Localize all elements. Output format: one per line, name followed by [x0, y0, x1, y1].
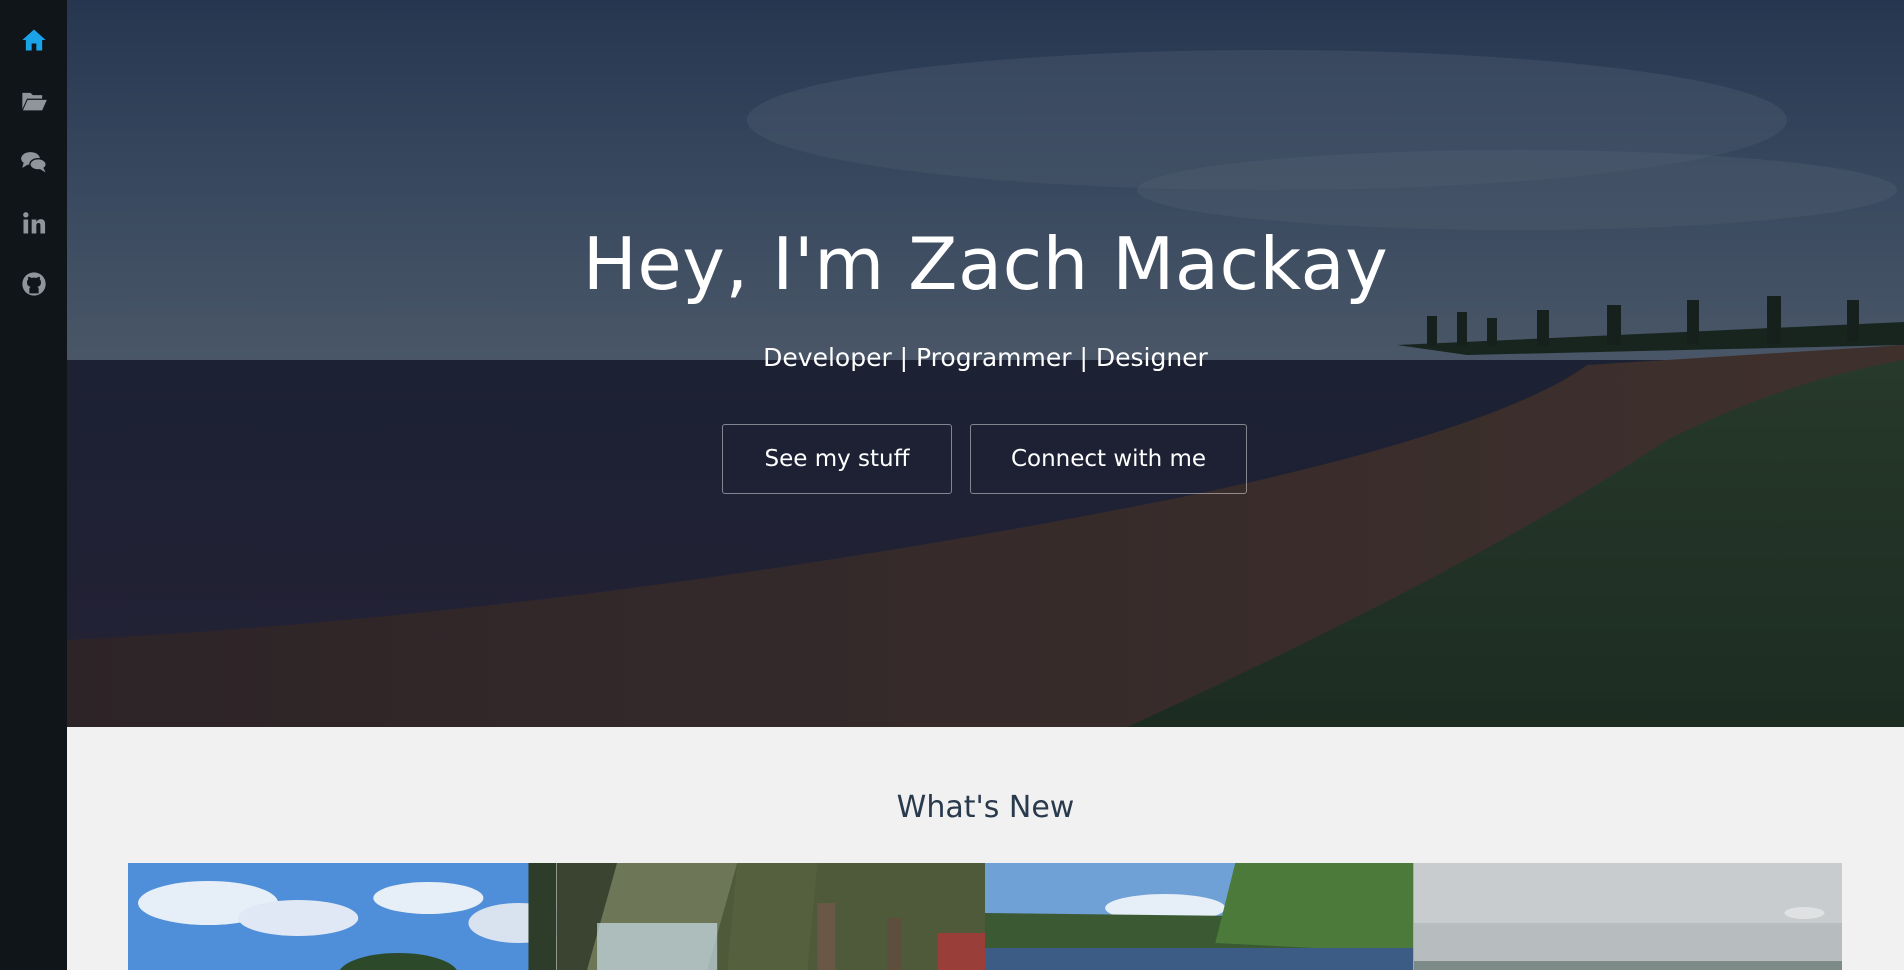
connect-with-me-button[interactable]: Connect with me — [970, 424, 1247, 494]
sidebar-item-contact[interactable] — [0, 144, 67, 205]
home-icon — [20, 26, 48, 58]
sidebar-item-github[interactable] — [0, 266, 67, 327]
sidebar-item-projects[interactable] — [0, 83, 67, 144]
whats-new-section: What's New — [67, 727, 1904, 970]
sidebar-item-linkedin[interactable] — [0, 205, 67, 266]
sidebar-nav — [0, 0, 67, 970]
gallery-item-2[interactable] — [556, 863, 985, 970]
gallery-item-3[interactable] — [985, 863, 1414, 970]
hero-section: Hey, I'm Zach Mackay Developer | Program… — [67, 0, 1904, 727]
hero-content: Hey, I'm Zach Mackay Developer | Program… — [67, 0, 1904, 727]
linkedin-icon — [20, 209, 48, 241]
whats-new-gallery — [128, 863, 1842, 970]
hero-subtitle: Developer | Programmer | Designer — [763, 343, 1208, 372]
chat-bubbles-icon — [20, 148, 48, 180]
gallery-item-4[interactable] — [1413, 863, 1842, 970]
github-icon — [20, 270, 48, 302]
see-my-stuff-button[interactable]: See my stuff — [722, 424, 952, 494]
sidebar-item-home[interactable] — [0, 22, 67, 83]
folder-open-icon — [20, 87, 48, 119]
section-title: What's New — [896, 790, 1075, 825]
hero-buttons: See my stuff Connect with me — [67, 424, 1904, 494]
gallery-item-1[interactable] — [128, 863, 557, 970]
hero-title: Hey, I'm Zach Mackay — [582, 222, 1389, 306]
